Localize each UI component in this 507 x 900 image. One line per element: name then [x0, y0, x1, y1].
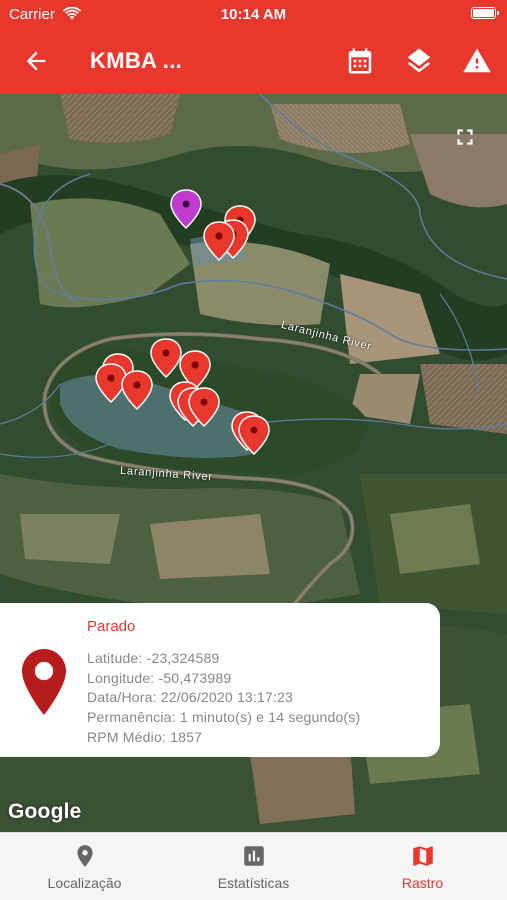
stop-info-card: Parado Latitude: -23,324589 Longitude: -…	[0, 603, 440, 757]
alert-icon[interactable]	[462, 46, 492, 76]
stop-marker[interactable]	[238, 415, 270, 455]
location-pin-icon	[22, 649, 66, 715]
battery-icon	[471, 7, 499, 19]
map-icon	[413, 846, 433, 866]
stop-marker[interactable]	[150, 338, 182, 378]
tab-rastro[interactable]: Rastro	[338, 833, 507, 900]
stop-status: Parado	[87, 618, 136, 635]
status-bar: Carrier 10:14 AM	[0, 0, 507, 28]
tab-label: Localização	[47, 875, 122, 891]
tab-label: Rastro	[401, 875, 444, 891]
location-pin-icon	[77, 845, 93, 867]
bottom-tab-bar: Localização Estatísticas Rastro	[0, 832, 507, 900]
calendar-icon[interactable]	[345, 46, 375, 76]
bar-chart-icon	[244, 846, 264, 866]
current-position-marker[interactable]	[170, 189, 202, 229]
page-title: KMBA ...	[90, 48, 183, 73]
tab-label: Estatísticas	[217, 875, 290, 891]
datetime-text: Data/Hora: 22/06/2020 13:17:23	[87, 689, 294, 705]
rpm-text: RPM Médio: 1857	[87, 729, 203, 745]
google-attribution: Google	[8, 800, 82, 823]
layers-icon[interactable]	[404, 46, 434, 76]
tab-localizacao[interactable]: Localização	[0, 833, 169, 900]
longitude-text: Longitude: -50,473989	[87, 670, 232, 686]
app-bar: KMBA ...	[0, 28, 507, 94]
stop-marker[interactable]	[121, 370, 153, 410]
tab-estatisticas[interactable]: Estatísticas	[169, 833, 338, 900]
clock: 10:14 AM	[220, 6, 287, 23]
latitude-text: Latitude: -23,324589	[87, 650, 220, 666]
arrow-left-icon[interactable]	[22, 47, 50, 75]
permanence-text: Permanência: 1 minuto(s) e 14 segundo(s)	[87, 709, 361, 725]
